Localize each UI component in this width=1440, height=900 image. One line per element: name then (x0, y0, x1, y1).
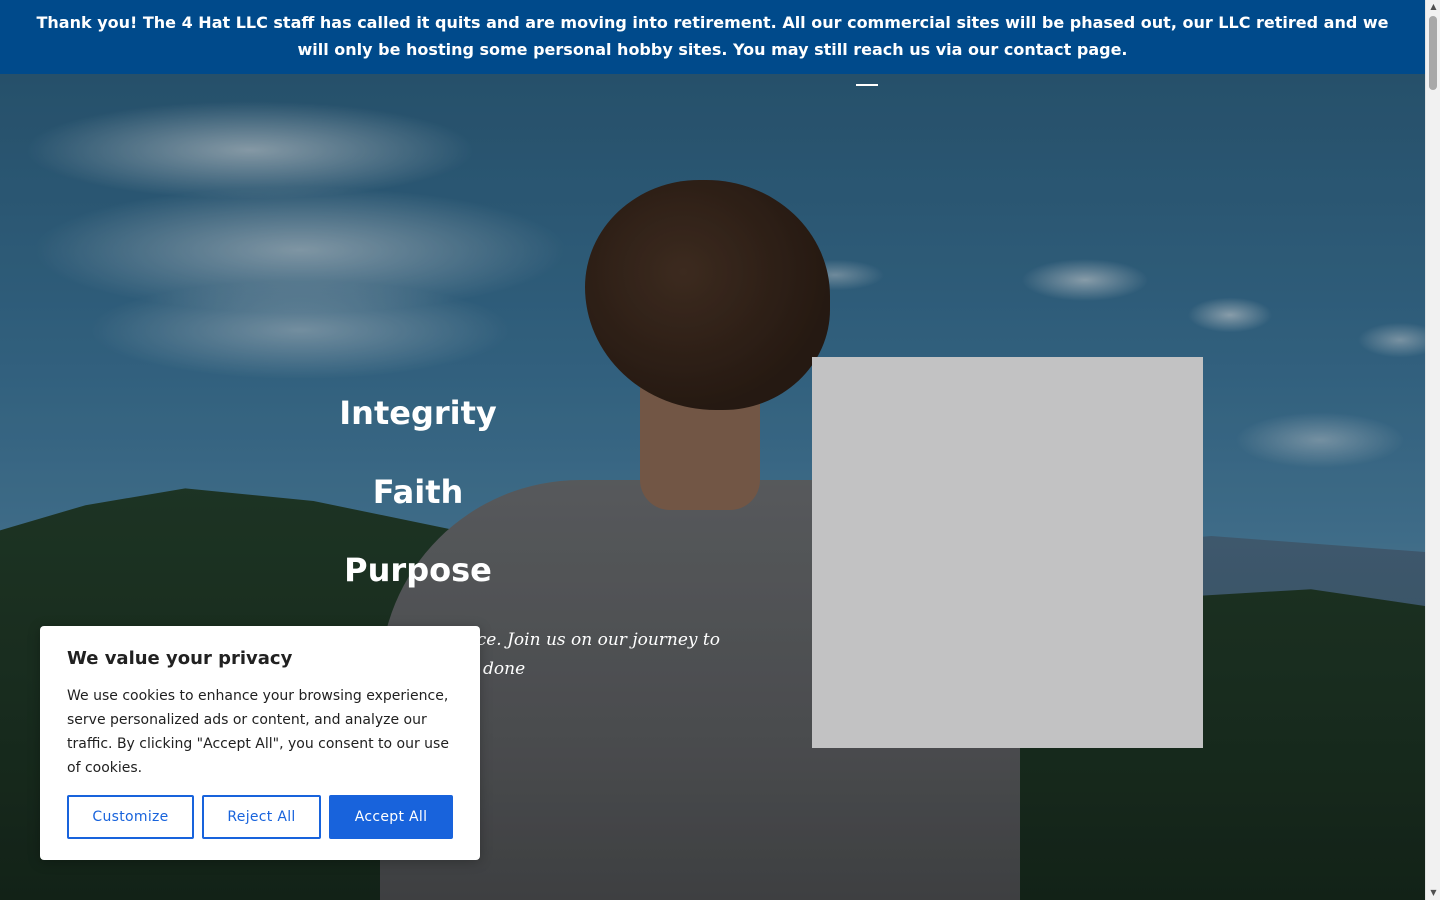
banner-text: Thank you! The 4 Hat LLC staff has calle… (36, 13, 1389, 59)
scroll-down-icon[interactable]: ▼ (1426, 886, 1440, 900)
image-placeholder (812, 357, 1203, 748)
value-integrity: Integrity (339, 394, 497, 432)
reject-all-button[interactable]: Reject All (202, 795, 321, 839)
value-faith: Faith (372, 472, 464, 511)
scroll-thumb[interactable] (1429, 16, 1437, 90)
customize-button[interactable]: Customize (67, 795, 194, 839)
hero-values: Integrity Faith Purpose (268, 388, 568, 624)
cookie-title: We value your privacy (67, 648, 293, 669)
accept-all-button[interactable]: Accept All (329, 795, 453, 839)
cookie-actions: Customize Reject All Accept All (67, 795, 453, 839)
page-scrollbar[interactable]: ▲ ▼ (1425, 0, 1440, 900)
retirement-announcement-banner: Thank you! The 4 Hat LLC staff has calle… (0, 0, 1425, 74)
menu-toggle-icon[interactable] (856, 84, 878, 86)
scroll-up-icon[interactable]: ▲ (1426, 0, 1440, 14)
value-purpose: Purpose (344, 551, 492, 589)
cookie-consent-dialog: We value your privacy We use cookies to … (40, 626, 480, 860)
cookie-description: We use cookies to enhance your browsing … (67, 688, 449, 776)
